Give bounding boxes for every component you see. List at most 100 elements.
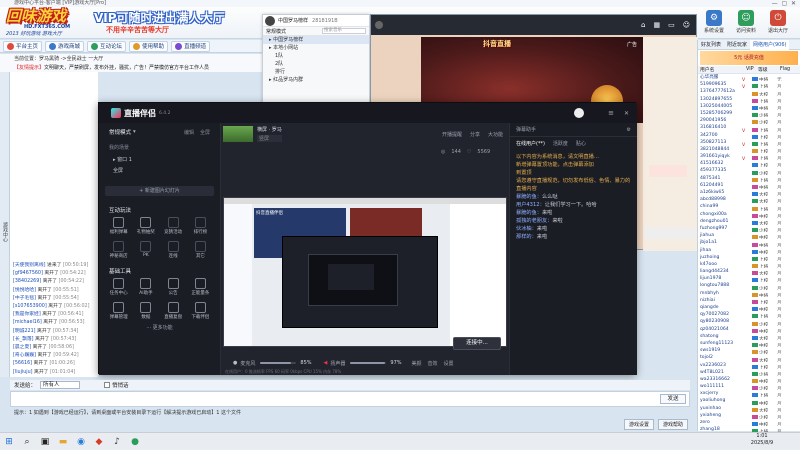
music-list-item[interactable]: 1队 [263,52,369,60]
user-row[interactable]: qy70027082上将月 [698,311,800,319]
chat-log-name[interactable]: [56616] [13,361,32,366]
game-button-1[interactable]: 游戏帮助 [658,418,689,430]
user-row[interactable]: a1z6kiwli5大校月 [698,189,800,197]
new-scene-button[interactable]: + 新建图片幻灯片 [105,186,214,196]
user-tab-0[interactable]: 好友列表 [698,40,724,50]
music-list-item[interactable]: ▸ 中国罗马榜样 [263,36,369,44]
location-text[interactable]: 罗马黑骑 ->全民战士 一大厅 [39,56,103,62]
user-row[interactable]: 41516632上校月 [698,160,800,168]
user-row[interactable]: tojol2 大校 月 [698,354,800,362]
danmaku-user[interactable]: 暴脆的鱼： [516,210,542,216]
stream-avatar[interactable] [574,108,585,118]
interact-tool-4[interactable]: 神秘商店 [105,241,132,263]
user-row[interactable]: vx2236023上校月 [698,362,800,369]
interact-tool-3[interactable]: 排行榜 [187,217,214,239]
user-row[interactable]: qy80230908 少校 月 [698,318,800,326]
user-row[interactable]: sunfeng11123中校月 [698,340,800,348]
chat-log-name[interactable]: [liujiuju] [13,370,33,375]
stream-preview[interactable]: 抖音直播伴侣 [223,197,507,347]
music-filter[interactable]: 常规模式 [266,28,286,35]
user-row[interactable]: china99 上将 月 [698,203,800,211]
home-icon[interactable]: ⌂ [641,21,645,29]
fullscreen-link[interactable]: 全屏 [200,129,210,136]
base-tool-2[interactable]: 公告 [160,278,187,300]
user-row[interactable]: zero中校月 [698,419,800,427]
toolbar-item-3[interactable]: 使用帮助 [129,40,169,52]
user-row[interactable]: 13024897655上将月 [698,96,800,103]
base-tool-7[interactable]: 下载伴侣 [187,302,214,324]
bottom-tool-1[interactable]: 音效 [428,360,438,367]
user-row[interactable]: dengzhou01大校月 [698,218,800,225]
base-tool-0[interactable]: 任务中心 [105,278,132,300]
danmaku-tab-0[interactable]: 在线用户(**) [516,140,545,147]
windows-start-icon[interactable]: ⊞ [0,433,18,450]
stream-companion-window[interactable]: 直播伴侣 6.4.2 ≡ ✕ 常规模式 ▾ 编辑 全屏 我的场景 ▸ 窗口 1 … [98,102,637,375]
chat-log[interactable]: [天使我别离线] 进来了 [00:50:19] [gf9467560] 离开了 [… [10,72,98,377]
user-row[interactable]: 350827113V 上将月 [698,139,800,146]
danmaku-tab-2[interactable]: 贴心 [576,140,586,147]
game-taskbar-icon[interactable]: ● [126,433,144,450]
user-row[interactable]: qiangde中校月 [698,304,800,312]
top-action-1[interactable]: ☺ 访问资料 [730,8,762,38]
danmaku-list[interactable]: 以下内容为系统消息，请文明直播… 新增弹幕置顶功能，点击弹幕添加 到置顶 请您遵守直播… [510,149,637,241]
danmaku-user[interactable]: 伙冰柚： [516,226,537,232]
send-target-select[interactable]: 所有人 [40,381,81,389]
bottom-tool-2[interactable]: 设置 [444,360,454,367]
user-row[interactable]: wo111111少校月 [698,383,800,391]
base-tool-1[interactable]: AI助手 [132,278,159,300]
user-col-header[interactable]: 用户名 [698,66,744,73]
mic-icon[interactable]: ● [233,360,237,366]
user-row[interactable]: mnbhyh中将月 [698,290,800,297]
stream-action-1[interactable]: 分享 [470,131,480,138]
music-search-input[interactable]: 搜索音乐 [322,28,366,34]
scene-thumb[interactable] [223,126,253,142]
user-row[interactable]: wa23316662中校月 [698,376,800,384]
user-row[interactable]: k47ooo上将月 [698,261,800,269]
person-icon[interactable]: ☺ [683,21,690,29]
user-col-header[interactable]: Flag [778,67,794,72]
interact-tool-5[interactable]: PK [132,241,159,263]
user-row[interactable]: yxiaheng少校月 [698,412,800,419]
grid-icon[interactable]: ▦ [653,21,660,29]
music-player-window[interactable]: 中国罗马榜样 2818191B 常规模式 搜索音乐 ▸ 中国罗马榜样 ▸ 本地小网… [262,14,370,106]
side-card[interactable] [645,227,695,239]
chat-log-name[interactable]: [我是你家娃] [13,312,41,317]
user-row[interactable]: lijun1978上校月 [698,275,800,283]
user-row[interactable]: longtou7888少校月 [698,282,800,290]
bottom-tool-0[interactable]: 美颜 [412,360,422,367]
ad-banner[interactable]: 5元 话费充值 [700,51,798,65]
user-row[interactable]: abcd88998大校月 [698,196,800,204]
user-row[interactable]: 4875341上将月 [698,175,800,182]
interact-tool-2[interactable]: 竞猜活动 [160,217,187,239]
speaker-icon[interactable]: ◀ [324,360,328,366]
chevron-down-icon[interactable]: ▾ [133,129,136,135]
music-list-item[interactable]: 排行 [263,68,369,76]
chat-input[interactable] [10,391,690,407]
user-row[interactable]: shatong大校月 [698,333,800,340]
user-col-header[interactable]: VIP [744,67,756,72]
user-tab-1[interactable]: 附近玩家 [724,40,750,50]
browser-icon[interactable]: ◉ [72,433,90,450]
side-promo[interactable] [649,165,687,177]
user-row[interactable]: 15285706299少将月 [698,110,800,118]
base-tool-4[interactable]: 弹幕管理 [105,302,132,324]
chat-log-name[interactable]: [悦悦哈哈] [13,288,36,293]
toolbar-item-1[interactable]: 游戏商城 [45,40,85,52]
whisper-checkbox[interactable] [104,382,111,388]
top-action-2[interactable]: ⏻ 退出大厅 [762,8,794,38]
user-row[interactable]: jihaa中校月 [698,247,800,254]
danmaku-user[interactable]: 暴脆的鱼： [516,194,542,200]
speaker-slider[interactable] [350,362,387,364]
chat-log-name[interactable]: [gf9467560] [13,271,43,276]
stream-action-0[interactable]: 开播提醒 [442,131,462,138]
music-list-item[interactable]: ▸ 本地小网站 [263,44,369,52]
user-row[interactable]: 459377335少校月 [698,167,800,175]
danmaku-user[interactable]: 那样的： [516,234,537,240]
user-row[interactable]: juzhoing上校月 [698,254,800,261]
user-row[interactable]: 391661yiqykV 上将月 [698,153,800,161]
interact-tool-7[interactable]: 其它 [187,241,214,263]
user-row[interactable]: liangd44234大校月 [698,268,800,276]
danmaku-user[interactable]: 孤独的老朋友： [516,218,552,224]
user-row[interactable]: 61204491中将月 [698,182,800,189]
chat-icon[interactable]: ▭ [668,21,675,29]
